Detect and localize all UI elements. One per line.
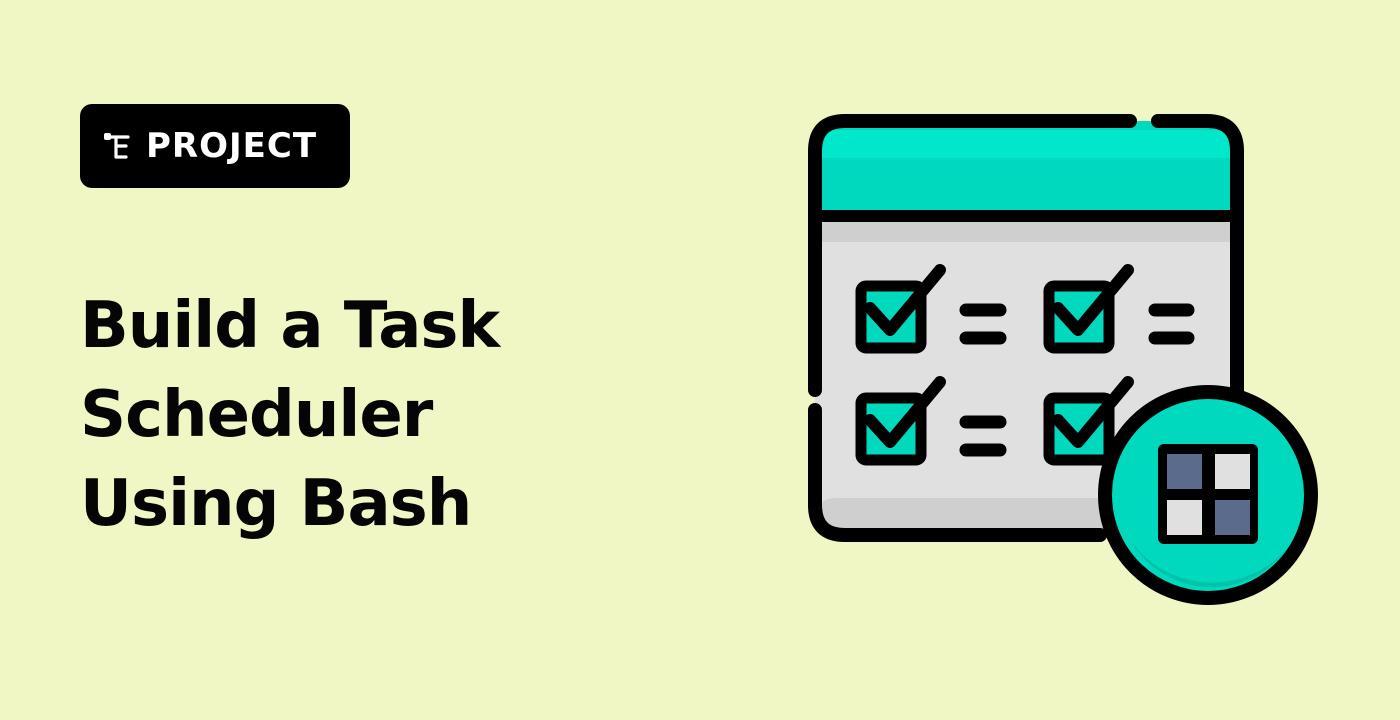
project-tree-icon <box>104 133 130 159</box>
project-badge: PROJECT <box>80 104 350 188</box>
task-calendar-checklist-icon <box>808 114 1318 605</box>
page-title: Build a Task Scheduler Using Bash <box>80 282 680 549</box>
title-line-1: Build a Task <box>80 289 500 363</box>
grid-icon <box>1098 385 1318 605</box>
title-line-2: Scheduler <box>80 378 433 452</box>
title-line-3: Using Bash <box>80 467 472 541</box>
badge-label: PROJECT <box>146 126 318 166</box>
